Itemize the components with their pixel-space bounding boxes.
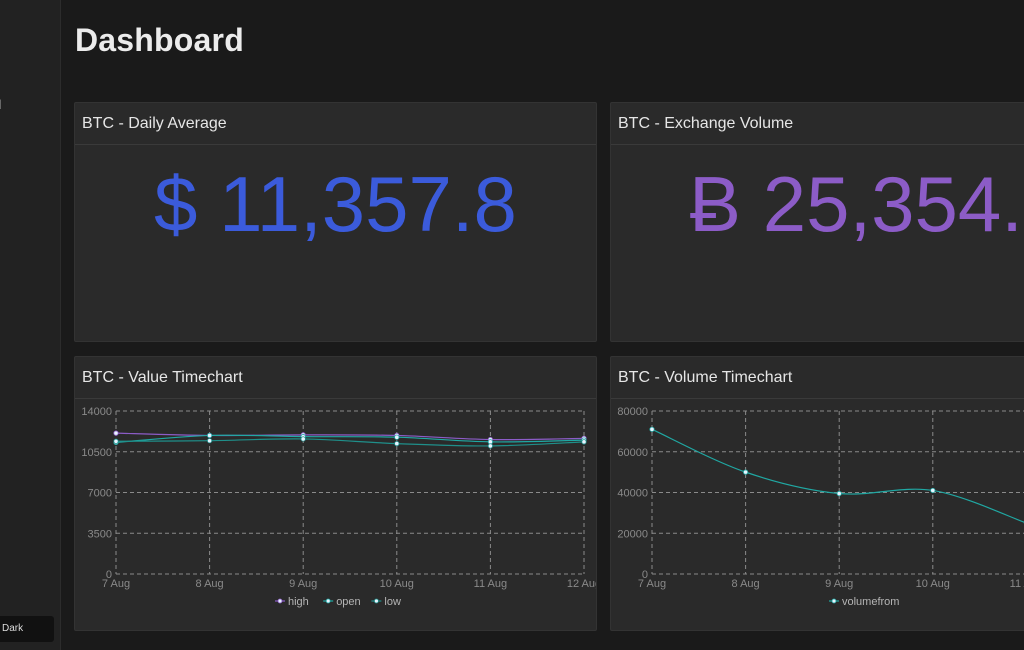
- x-tick-label: 11 Aug: [1010, 578, 1024, 590]
- x-tick-label: 9 Aug: [289, 578, 317, 590]
- legend-label: high: [288, 596, 309, 608]
- legend-marker: [325, 598, 331, 604]
- data-point-low: [113, 438, 119, 444]
- x-tick-label: 7 Aug: [638, 578, 666, 590]
- data-point-low: [394, 440, 400, 447]
- legend-label: low: [384, 596, 401, 608]
- card-title: BTC - Daily Average: [75, 103, 596, 145]
- y-tick-label: 14000: [81, 406, 112, 418]
- page-title: Dashboard: [75, 22, 244, 58]
- x-tick-label: 10 Aug: [916, 578, 950, 590]
- card-volume-timechart: BTC - Volume Timechart 0 20000 40000 60000 8…: [610, 356, 1024, 631]
- card-value-timechart: BTC - Value Timechart 0 3500 7000 10500 1400…: [74, 356, 597, 631]
- data-point-volumefrom: [743, 469, 749, 475]
- card-title: BTC - Volume Timechart: [611, 357, 1024, 399]
- y-tick-label: 20000: [617, 528, 648, 540]
- sidebar-item[interactable]: d: [0, 97, 60, 112]
- daily-average-value: $ 11,357.8: [154, 160, 517, 248]
- legend-marker: [373, 598, 379, 604]
- x-tick-label: 11 Aug: [474, 578, 507, 590]
- data-point-open: [207, 432, 213, 439]
- y-tick-label: 7000: [88, 488, 112, 500]
- exchange-volume-value: Ƀ 25,354.7: [689, 160, 1024, 248]
- card-title: BTC - Exchange Volume: [611, 103, 1024, 145]
- volume-timechart: 0200004000060000800007 Aug 8 Aug 9 Aug 10 A…: [617, 406, 1024, 608]
- legend-label: open: [336, 596, 360, 608]
- card-exchange-volume: BTC - Exchange Volume Ƀ 25,354.7: [610, 102, 1024, 342]
- data-point-volumefrom: [930, 487, 936, 494]
- data-point-open: [394, 434, 400, 440]
- legend-label: volumefrom: [842, 596, 899, 608]
- y-tick-label: 10500: [81, 447, 112, 459]
- x-tick-label: 8 Aug: [732, 578, 760, 590]
- x-tick-label: 8 Aug: [196, 578, 224, 590]
- sidebar: d Dark: [0, 0, 61, 650]
- card-daily-average: BTC - Daily Average $ 11,357.8: [74, 102, 597, 342]
- data-point-volumefrom: [836, 490, 842, 497]
- data-point-low: [207, 438, 213, 444]
- value-timechart: 03500700010500140007 Aug 8 Aug 9 Aug 10 Aug…: [81, 406, 597, 608]
- data-point-high: [113, 430, 119, 436]
- series-line-volumefrom: [651, 428, 1024, 523]
- y-tick-label: 3500: [88, 528, 112, 540]
- theme-toggle-label: Dark: [2, 623, 24, 634]
- y-tick-label: 60000: [617, 447, 648, 459]
- legend-marker: [277, 598, 283, 604]
- data-point-low: [300, 436, 306, 442]
- legend-marker: [831, 598, 837, 604]
- x-tick-label: 7 Aug: [102, 578, 130, 590]
- y-tick-label: 80000: [617, 406, 648, 418]
- x-tick-label: 9 Aug: [825, 578, 853, 590]
- y-tick-label: 40000: [617, 488, 648, 500]
- x-tick-label: 12 Aug: [567, 578, 597, 590]
- data-point-low: [581, 439, 587, 445]
- x-tick-label: 10 Aug: [380, 578, 414, 590]
- theme-toggle-button[interactable]: Dark: [0, 616, 54, 642]
- data-point-low: [487, 443, 493, 449]
- sidebar-item-label: d: [0, 97, 1, 112]
- data-point-volumefrom: [649, 426, 655, 432]
- card-title: BTC - Value Timechart: [75, 357, 596, 399]
